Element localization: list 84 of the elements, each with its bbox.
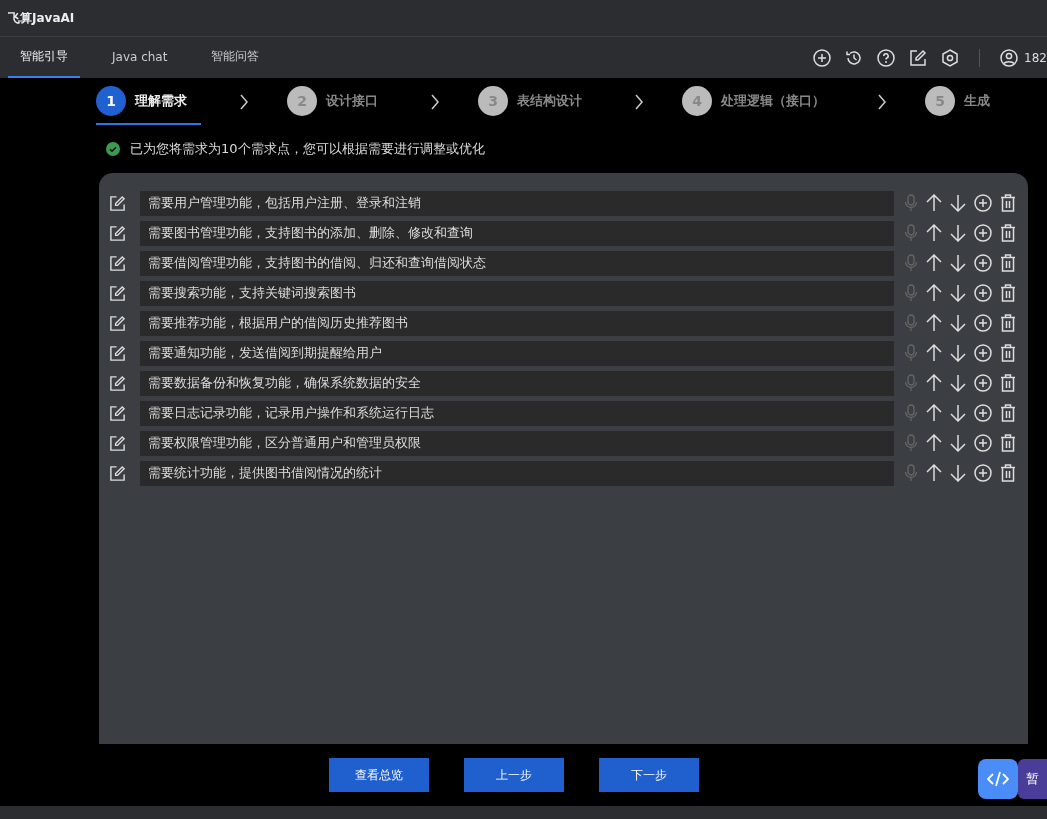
arrow-down-icon[interactable] (950, 314, 966, 332)
requirement-field[interactable]: 需要借阅管理功能，支持图书的借阅、归还和查询借阅状态 (140, 250, 894, 276)
add-icon[interactable] (974, 194, 992, 212)
code-icon (987, 771, 1009, 787)
add-icon[interactable] (974, 344, 992, 362)
delete-icon[interactable] (1000, 224, 1016, 242)
edit-icon[interactable] (109, 314, 126, 332)
chevron-icon (239, 93, 249, 110)
delete-icon[interactable] (1000, 374, 1016, 392)
tab[interactable]: 智能问答 (199, 37, 272, 78)
requirement-field[interactable]: 需要权限管理功能，区分普通用户和管理员权限 (140, 430, 894, 456)
add-icon[interactable] (974, 404, 992, 422)
add-icon[interactable] (974, 374, 992, 392)
requirement-field[interactable]: 需要统计功能，提供图书借阅情况的统计 (140, 460, 894, 486)
requirement-field[interactable]: 需要数据备份和恢复功能，确保系统数据的安全 (140, 370, 894, 396)
add-icon[interactable] (813, 48, 832, 67)
edit-icon[interactable] (109, 464, 126, 482)
check-icon (106, 142, 120, 156)
chevron-icon (430, 93, 440, 110)
add-icon[interactable] (974, 314, 992, 332)
arrow-down-icon[interactable] (950, 374, 966, 392)
arrow-up-icon[interactable] (926, 404, 942, 422)
add-icon[interactable] (974, 284, 992, 302)
action-button[interactable]: 下一步 (598, 758, 699, 792)
delete-icon[interactable] (1000, 464, 1016, 482)
arrow-down-icon[interactable] (950, 344, 966, 362)
arrow-down-icon[interactable] (950, 404, 966, 422)
code-button[interactable] (978, 759, 1018, 799)
arrow-up-icon[interactable] (926, 254, 942, 272)
floating-button[interactable]: 暂 (1018, 759, 1047, 799)
requirement-field[interactable]: 需要用户管理功能，包括用户注册、登录和注销 (140, 190, 894, 216)
edit-icon[interactable] (909, 48, 928, 67)
requirement-field[interactable]: 需要搜索功能，支持关键词搜索图书 (140, 280, 894, 306)
user-name[interactable]: 182 (1024, 50, 1047, 65)
step-tab[interactable]: 1 理解需求 (96, 78, 201, 125)
settings-icon[interactable] (941, 48, 960, 67)
delete-icon[interactable] (1000, 434, 1016, 452)
arrow-up-icon[interactable] (926, 434, 942, 452)
delete-icon[interactable] (1000, 314, 1016, 332)
add-icon[interactable] (974, 464, 992, 482)
user-icon[interactable] (1000, 48, 1019, 67)
arrow-down-icon[interactable] (950, 464, 966, 482)
delete-icon[interactable] (1000, 254, 1016, 272)
delete-icon[interactable] (1000, 194, 1016, 212)
delete-icon[interactable] (1000, 284, 1016, 302)
action-button[interactable]: 上一步 (463, 758, 564, 792)
edit-icon[interactable] (109, 344, 126, 362)
help-icon[interactable] (877, 48, 896, 67)
arrow-down-icon[interactable] (950, 254, 966, 272)
arrow-up-icon[interactable] (926, 314, 942, 332)
arrow-down-icon[interactable] (950, 224, 966, 242)
add-icon[interactable] (974, 254, 992, 272)
edit-icon[interactable] (109, 284, 126, 302)
action-button[interactable]: 查看总览 (328, 758, 429, 792)
arrow-down-icon[interactable] (950, 434, 966, 452)
arrow-up-icon[interactable] (926, 344, 942, 362)
edit-icon[interactable] (109, 404, 126, 422)
chevron-icon (877, 93, 887, 110)
arrow-up-icon[interactable] (926, 194, 942, 212)
arrow-up-icon[interactable] (926, 464, 942, 482)
delete-icon[interactable] (1000, 344, 1016, 362)
arrow-down-icon[interactable] (950, 194, 966, 212)
chevron-icon (634, 93, 644, 110)
window-title: 飞算JavaAI (8, 9, 75, 27)
arrow-up-icon[interactable] (926, 284, 942, 302)
arrow-up-icon[interactable] (926, 224, 942, 242)
delete-icon[interactable] (1000, 404, 1016, 422)
add-icon[interactable] (974, 224, 992, 242)
tab[interactable]: 智能引导 (8, 37, 80, 78)
edit-icon[interactable] (109, 254, 126, 272)
arrow-down-icon[interactable] (950, 284, 966, 302)
add-icon[interactable] (974, 434, 992, 452)
requirement-field[interactable]: 需要图书管理功能，支持图书的添加、删除、修改和查询 (140, 220, 894, 246)
edit-icon[interactable] (109, 374, 126, 392)
requirement-field[interactable]: 需要通知功能，发送借阅到期提醒给用户 (140, 340, 894, 366)
requirement-field[interactable]: 需要日志记录功能，记录用户操作和系统运行日志 (140, 400, 894, 426)
arrow-up-icon[interactable] (926, 374, 942, 392)
requirement-field[interactable]: 需要推荐功能，根据用户的借阅历史推荐图书 (140, 310, 894, 336)
edit-icon[interactable] (109, 194, 126, 212)
edit-icon[interactable] (109, 224, 126, 242)
tab[interactable]: Java chat (100, 37, 180, 78)
edit-icon[interactable] (109, 434, 126, 452)
history-icon[interactable] (845, 48, 864, 67)
notice-text: 已为您将需求为10个需求点，您可以根据需要进行调整或优化 (130, 140, 485, 158)
